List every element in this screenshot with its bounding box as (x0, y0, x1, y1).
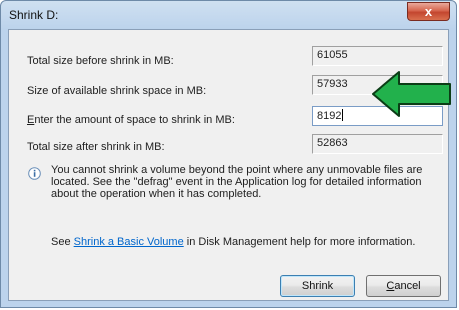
shrink-amount-label: Enter the amount of space to shrink in M… (27, 114, 235, 126)
shrink-info-message: You cannot shrink a volume beyond the po… (51, 164, 423, 200)
help-suffix: in Disk Management help for more informa… (183, 236, 416, 248)
help-line: See Shrink a Basic Volume in Disk Manage… (51, 236, 415, 248)
cancel-label-text: ancel (394, 280, 421, 292)
green-arrow-annotation (372, 71, 451, 117)
shrink-button[interactable]: Shrink (280, 275, 355, 297)
shrink-amount-value: 8192 (317, 110, 342, 122)
shrink-basic-volume-link[interactable]: Shrink a Basic Volume (74, 236, 184, 248)
total-size-after-label: Total size after shrink in MB: (27, 141, 165, 153)
dialog-title: Shrink D: (9, 8, 59, 22)
close-button[interactable]: x (407, 2, 450, 21)
cancel-button[interactable]: Cancel (366, 275, 441, 297)
available-shrink-space-label: Size of available shrink space in MB: (27, 85, 207, 97)
total-size-before-value: 61055 (312, 46, 443, 66)
help-prefix: See (51, 236, 74, 248)
shrink-amount-label-text: nter the amount of space to shrink in MB… (34, 114, 235, 126)
total-size-after-value: 52863 (312, 134, 443, 154)
total-size-before-label: Total size before shrink in MB: (27, 55, 174, 67)
shrink-dialog-window: Shrink D: x Total size before shrink in … (0, 0, 457, 308)
text-caret (342, 109, 344, 121)
info-icon (28, 167, 41, 180)
